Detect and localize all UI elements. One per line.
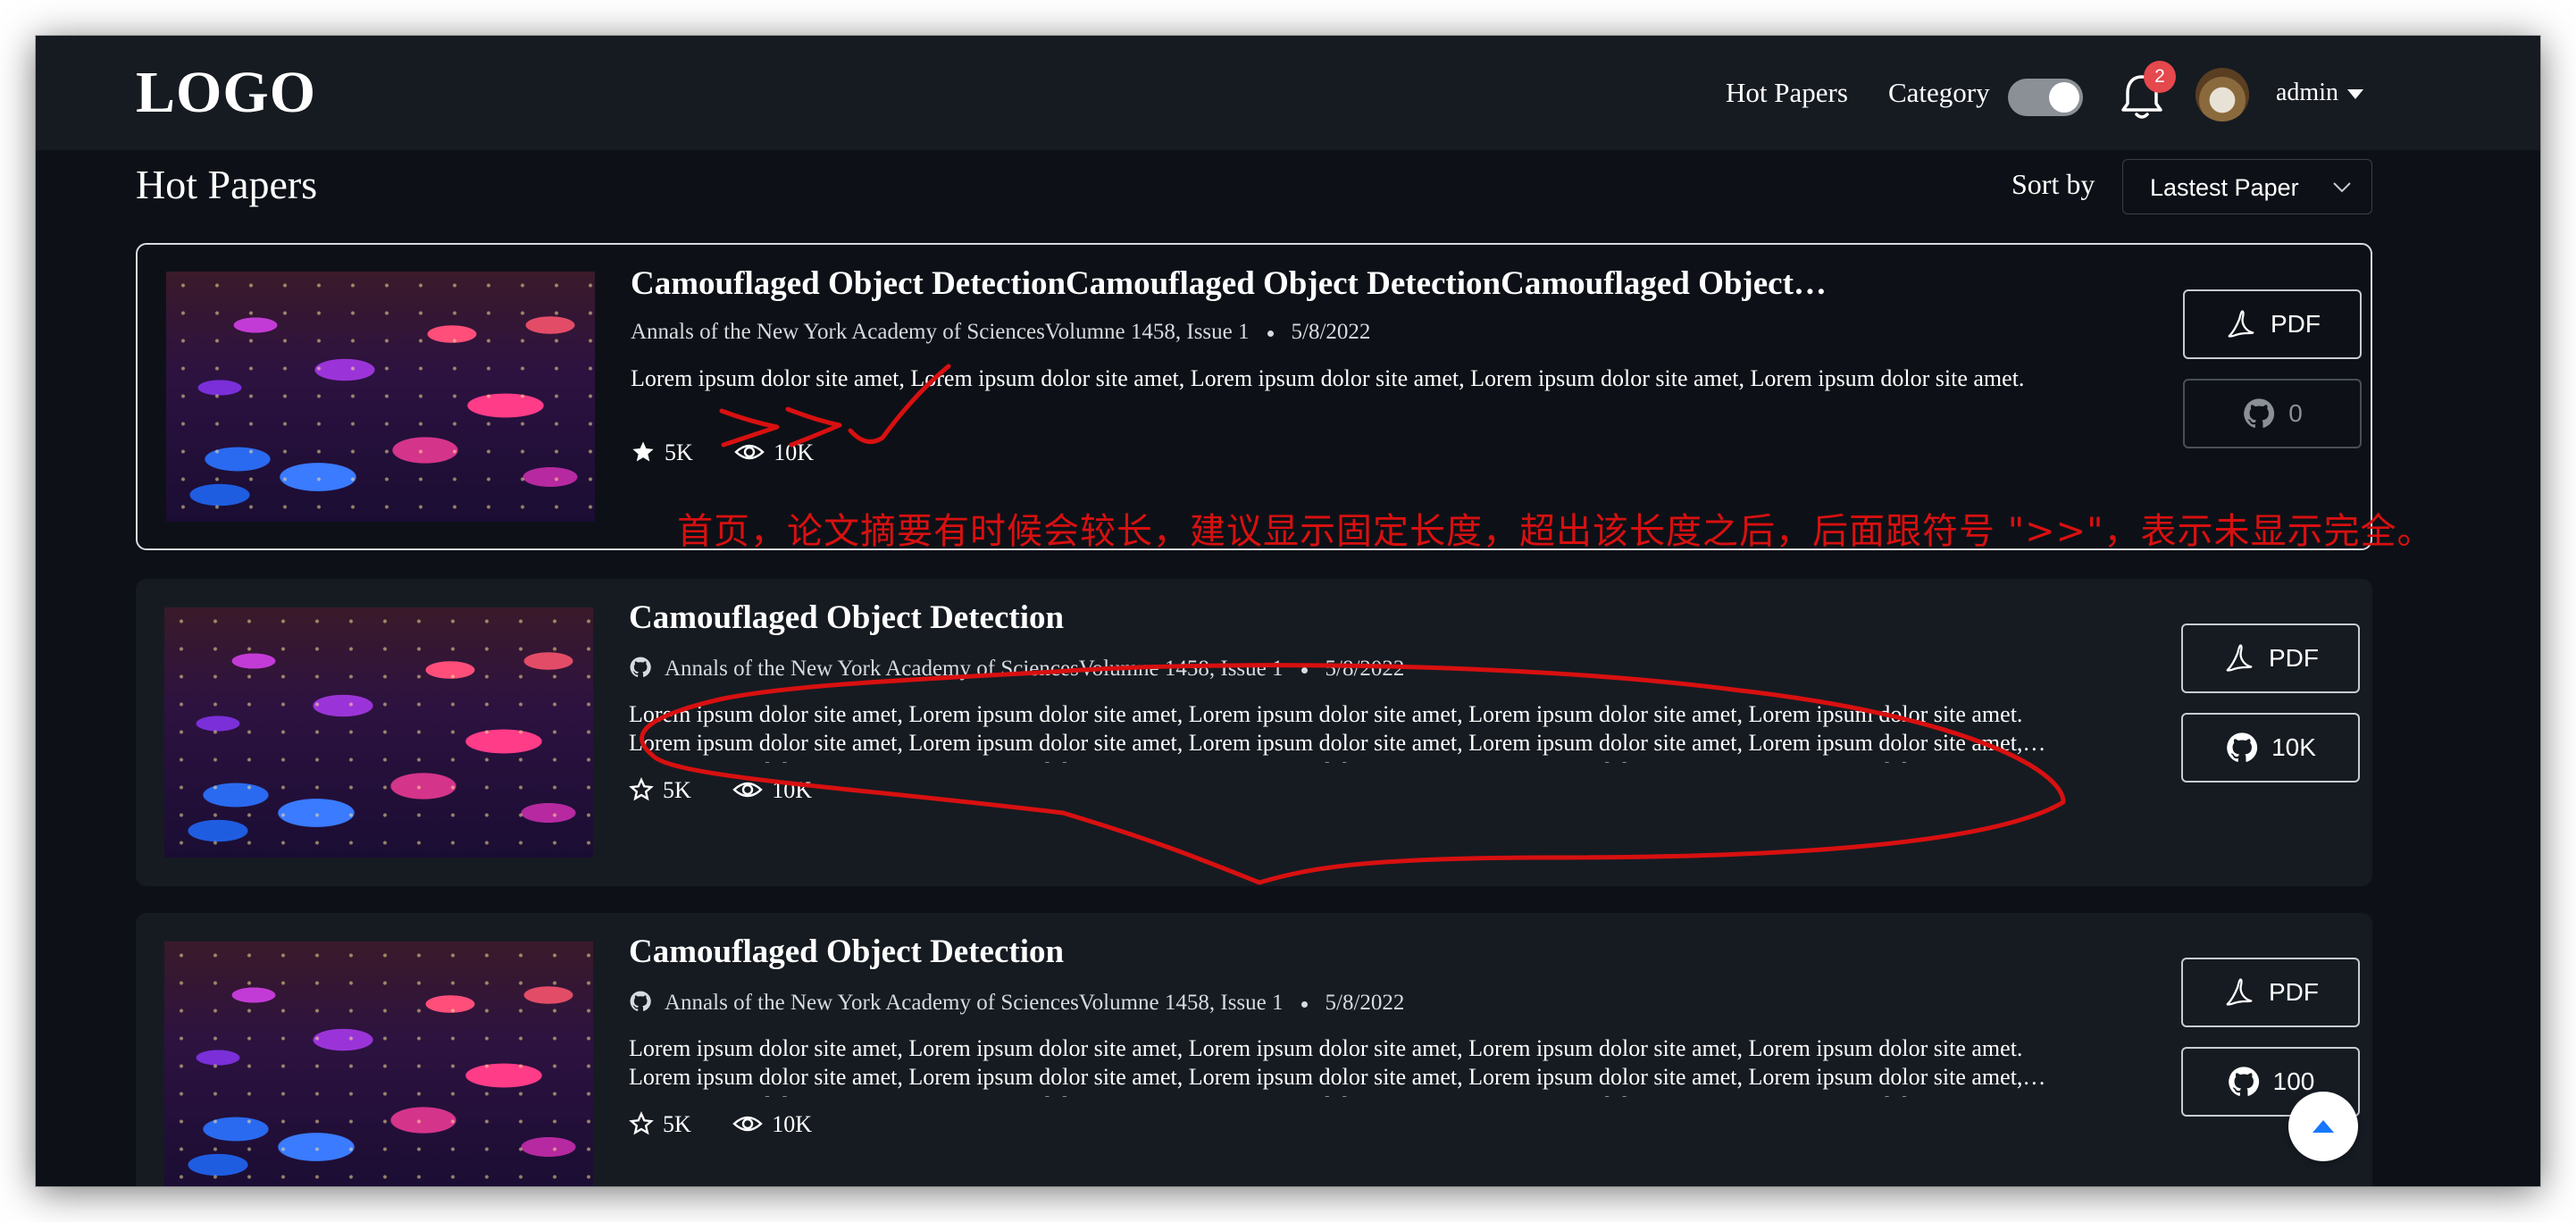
- avatar[interactable]: [2195, 68, 2249, 121]
- notification-badge: 2: [2144, 61, 2176, 93]
- github-count: 10K: [2271, 733, 2316, 761]
- paper-title[interactable]: Camouflaged Object Detection: [629, 598, 1969, 637]
- caret-down-icon[interactable]: [2347, 89, 2363, 99]
- paper-title[interactable]: Camouflaged Object Detection: [629, 933, 1969, 971]
- arrow-up-icon: [2313, 1120, 2334, 1133]
- paper-abstract: Lorem ipsum dolor site amet, Lorem ipsum…: [629, 1035, 2023, 1097]
- annotation-note: 首页，论文摘要有时候会较长，建议显示固定长度，超出该长度之后，后面跟符号 ">>…: [677, 511, 2434, 552]
- logo[interactable]: LOGO: [136, 59, 316, 127]
- pdf-label: PDF: [2269, 978, 2319, 1006]
- paper-meta: Annals of the New York Academy of Scienc…: [631, 320, 1370, 345]
- toggle-knob: [2049, 82, 2079, 113]
- pdf-label: PDF: [2271, 310, 2321, 338]
- github-icon: [2227, 732, 2258, 762]
- view-count: 10K: [772, 777, 813, 803]
- star-filled-icon[interactable]: [631, 439, 656, 465]
- github-count: 0: [2288, 399, 2303, 427]
- nav-hot-papers[interactable]: Hot Papers: [1726, 77, 1848, 109]
- paper-date: 5/8/2022: [1291, 320, 1371, 344]
- star-count: 5K: [663, 777, 691, 803]
- user-menu-label[interactable]: admin: [2276, 79, 2338, 107]
- eye-icon: [732, 782, 764, 798]
- separator-dot: [1267, 330, 1274, 337]
- nav-category[interactable]: Category: [1888, 77, 1990, 109]
- github-count: 100: [2272, 1067, 2315, 1095]
- paper-meta: Annals of the New York Academy of Scienc…: [629, 990, 1404, 1016]
- star-count: 5K: [665, 439, 693, 465]
- paper-card[interactable]: Camouflaged Object Detection Annals of t…: [136, 579, 2372, 886]
- paper-journal: Annals of the New York Academy of Scienc…: [665, 991, 1284, 1015]
- chevron-down-icon: [2333, 182, 2351, 193]
- top-navbar: LOGO Hot Papers Category 2 admin: [36, 36, 2540, 150]
- paper-date: 5/8/2022: [1325, 991, 1405, 1015]
- star-count: 5K: [663, 1111, 691, 1137]
- paper-abstract: Lorem ipsum dolor site amet, Lorem ipsum…: [631, 365, 2025, 391]
- pdf-button[interactable]: PDF: [2183, 289, 2362, 359]
- github-icon[interactable]: [629, 656, 652, 679]
- paper-stats: 5K 10K: [631, 439, 814, 466]
- github-button[interactable]: 10K: [2181, 713, 2360, 783]
- sort-select-value: Lastest Paper: [2150, 174, 2299, 201]
- paper-abstract: Lorem ipsum dolor site amet, Lorem ipsum…: [629, 701, 2023, 763]
- separator-dot: [1301, 1000, 1308, 1008]
- app-window: LOGO Hot Papers Category 2 admin Hot Pap…: [36, 36, 2540, 1186]
- star-outline-icon[interactable]: [629, 777, 654, 802]
- paper-date: 5/8/2022: [1325, 657, 1405, 681]
- pdf-icon: [2226, 644, 2253, 672]
- pdf-icon: [2228, 310, 2254, 338]
- eye-icon: [734, 444, 765, 460]
- paper-journal: Annals of the New York Academy of Scienc…: [665, 657, 1284, 681]
- paper-stats: 5K 10K: [629, 1111, 812, 1138]
- pdf-button[interactable]: PDF: [2181, 624, 2360, 693]
- github-icon: [2228, 1067, 2259, 1096]
- paper-journal: Annals of the New York Academy of Scienc…: [631, 320, 1250, 344]
- paper-card[interactable]: Camouflaged Object Detection Annals of t…: [136, 913, 2372, 1186]
- scroll-to-top-button[interactable]: [2288, 1092, 2358, 1161]
- github-icon: [2244, 398, 2275, 428]
- view-count: 10K: [774, 439, 815, 465]
- sort-label: Sort by: [2011, 168, 2095, 200]
- page-title: Hot Papers: [136, 162, 318, 207]
- github-button[interactable]: 0: [2183, 379, 2362, 448]
- paper-thumbnail: [164, 607, 593, 858]
- paper-thumbnail: [164, 942, 593, 1186]
- paper-meta: Annals of the New York Academy of Scienc…: [629, 656, 1404, 682]
- github-icon[interactable]: [629, 990, 652, 1013]
- pdf-icon: [2226, 978, 2253, 1006]
- separator-dot: [1301, 666, 1308, 674]
- view-count: 10K: [772, 1111, 813, 1137]
- theme-toggle[interactable]: [2008, 79, 2083, 116]
- pdf-label: PDF: [2269, 644, 2319, 672]
- star-outline-icon[interactable]: [629, 1111, 654, 1136]
- paper-thumbnail: [166, 272, 595, 522]
- sort-select[interactable]: Lastest Paper: [2122, 159, 2372, 214]
- eye-icon: [732, 1116, 764, 1132]
- pdf-button[interactable]: PDF: [2181, 958, 2360, 1027]
- paper-title[interactable]: Camouflaged Object DetectionCamouflaged …: [631, 264, 1970, 303]
- paper-stats: 5K 10K: [629, 777, 812, 804]
